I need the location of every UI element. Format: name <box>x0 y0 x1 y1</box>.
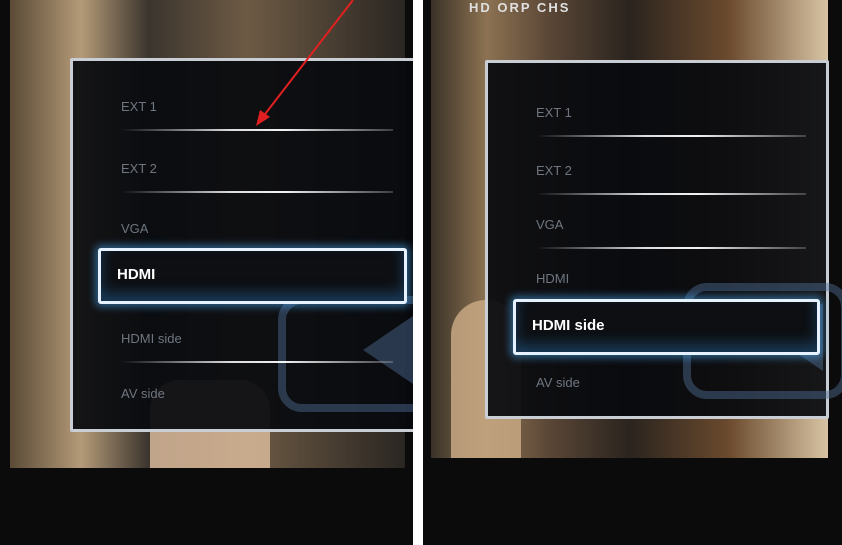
menu-item-hdmi-side[interactable]: HDMI side <box>488 299 826 355</box>
source-menu-panel: EXT 1 EXT 2 VGA HDMI HDMI side AV side <box>485 60 842 419</box>
left-tv-photo: EXT 1 EXT 2 VGA HDMI HDMI side AV side <box>0 0 413 545</box>
osd-top-text: HD ORP CHS <box>469 0 571 15</box>
menu-item-label: HDMI side <box>121 331 182 346</box>
menu-item-ext2[interactable]: EXT 2 <box>73 141 413 197</box>
menu-divider <box>121 191 393 193</box>
menu-item-hdmi-side[interactable]: HDMI side <box>73 311 413 367</box>
menu-divider <box>536 247 806 249</box>
menu-divider <box>536 135 806 137</box>
menu-item-label: AV side <box>121 386 165 401</box>
menu-item-label: EXT 2 <box>121 161 157 176</box>
menu-item-vga[interactable]: VGA <box>488 197 826 253</box>
menu-item-hdmi[interactable]: HDMI <box>73 248 413 304</box>
menu-item-label: EXT 1 <box>121 99 157 114</box>
menu-item-label: HDMI <box>536 271 570 286</box>
menu-item-label: EXT 1 <box>536 105 572 120</box>
menu-item-label: HDMI <box>117 266 156 283</box>
menu-item-av-side[interactable]: AV side <box>73 366 413 422</box>
right-tv-photo: HD ORP CHS EXT 1 EXT 2 VGA HDMI HDMI sid… <box>423 0 842 545</box>
menu-item-ext1[interactable]: EXT 1 <box>488 85 826 141</box>
menu-item-label: VGA <box>121 221 149 236</box>
menu-item-label: VGA <box>536 217 564 232</box>
menu-divider <box>536 193 806 195</box>
menu-divider <box>121 129 393 131</box>
menu-item-ext1[interactable]: EXT 1 <box>73 79 413 135</box>
menu-item-label: HDMI side <box>532 317 605 334</box>
menu-item-av-side[interactable]: AV side <box>488 355 826 411</box>
source-menu-panel: EXT 1 EXT 2 VGA HDMI HDMI side AV side <box>70 58 413 432</box>
menu-item-label: AV side <box>536 375 580 390</box>
menu-item-ext2[interactable]: EXT 2 <box>488 143 826 199</box>
menu-divider <box>121 361 393 363</box>
menu-item-label: EXT 2 <box>536 163 572 178</box>
